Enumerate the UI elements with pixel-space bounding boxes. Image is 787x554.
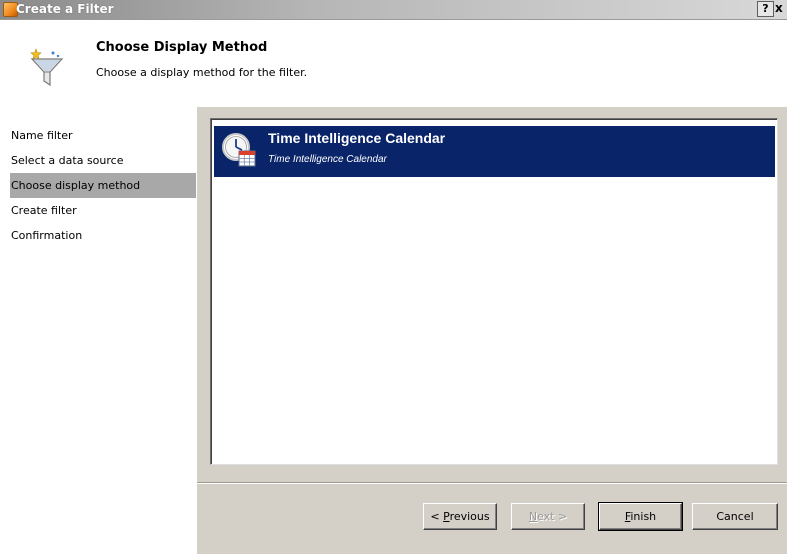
window-title: Create a Filter [16, 2, 114, 16]
page-title: Choose Display Method [96, 40, 268, 55]
cancel-button[interactable]: Cancel [692, 503, 778, 530]
step-confirmation[interactable]: Confirmation [10, 223, 196, 248]
next-label-mnemonic: N [528, 510, 538, 523]
previous-label-pre: < [430, 510, 444, 523]
help-button[interactable]: ? [757, 1, 774, 17]
close-button[interactable]: x [775, 1, 787, 17]
display-method-list[interactable]: Time Intelligence Calendar Time Intellig… [210, 118, 778, 465]
calendar-clock-icon [222, 133, 256, 167]
previous-button[interactable]: < Previous [423, 503, 497, 530]
title-bar: Create a Filter ? x [0, 0, 787, 20]
step-choose-display-method[interactable]: Choose display method [10, 173, 196, 198]
step-name-filter[interactable]: Name filter [10, 123, 196, 148]
next-button[interactable]: Next > [511, 503, 585, 530]
page-subtitle: Choose a display method for the filter. [96, 66, 308, 79]
filter-wizard-icon [30, 48, 64, 87]
header-divider [10, 104, 787, 105]
wizard-steps: Name filter Select a data source Choose … [10, 123, 196, 248]
finish-label-post: inish [630, 510, 657, 523]
next-label-post: ext > [537, 510, 568, 523]
item-title: Time Intelligence Calendar [268, 130, 446, 146]
step-create-filter[interactable]: Create filter [10, 198, 196, 223]
footer-divider [197, 482, 787, 484]
finish-button[interactable]: Finish [598, 502, 683, 531]
step-select-data-source[interactable]: Select a data source [10, 148, 196, 173]
item-description: Time Intelligence Calendar [268, 154, 387, 165]
previous-label-post: revious [449, 510, 490, 523]
list-item-time-intelligence-calendar[interactable]: Time Intelligence Calendar Time Intellig… [214, 126, 775, 177]
